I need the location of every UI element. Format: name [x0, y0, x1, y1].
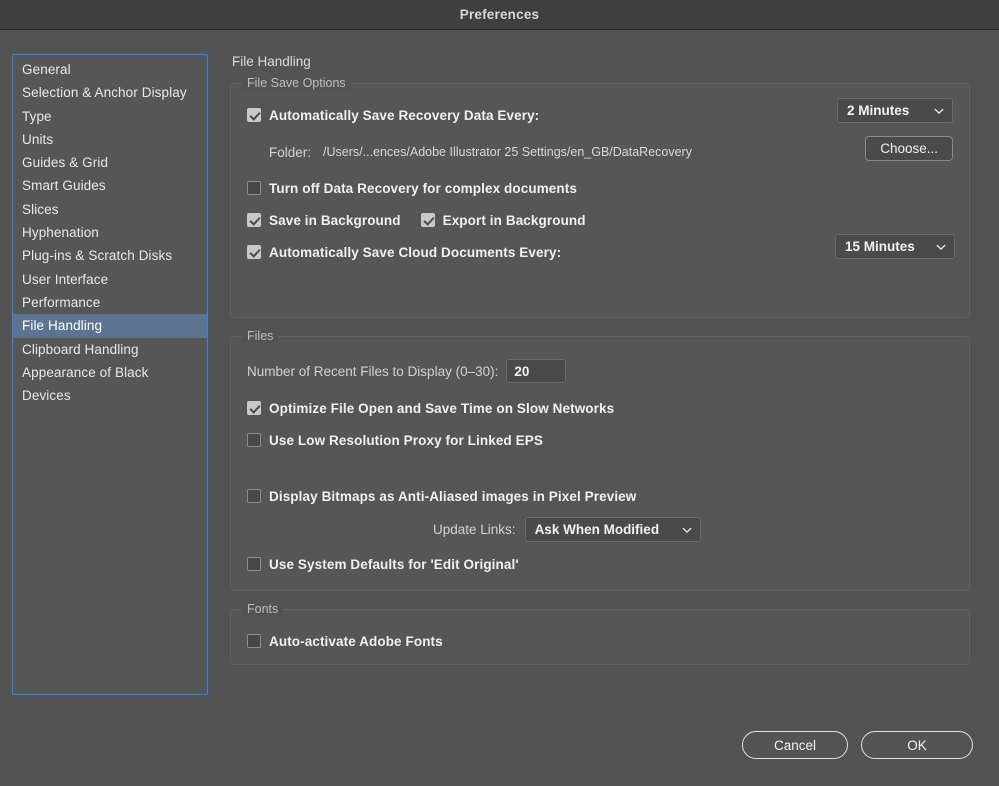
dropdown-cloud-interval[interactable]: 15 Minutes: [835, 234, 955, 259]
checkbox-display-bitmaps[interactable]: [247, 489, 261, 503]
label-update-links: Update Links:: [433, 522, 516, 537]
label-display-bitmaps: Display Bitmaps as Anti-Aliased images i…: [269, 488, 637, 504]
row-edit-original: Use System Defaults for 'Edit Original': [247, 553, 953, 575]
row-low-res-proxy: Use Low Resolution Proxy for Linked EPS: [247, 429, 953, 451]
label-edit-original: Use System Defaults for 'Edit Original': [269, 556, 519, 572]
settings-pane: File Handling File Save Options Automati…: [230, 54, 970, 683]
checkbox-low-res-proxy[interactable]: [247, 433, 261, 447]
group-file-save-options: File Save Options Automatically Save Rec…: [230, 76, 970, 318]
input-recent-files-count[interactable]: 20: [506, 359, 567, 383]
row-background-options: Save in Background Export in Background: [247, 209, 953, 231]
row-update-links: Update Links: Ask When Modified: [247, 517, 953, 542]
label-auto-activate-fonts: Auto-activate Adobe Fonts: [269, 633, 443, 649]
group-files: Files Number of Recent Files to Display …: [230, 329, 970, 591]
sidebar-item-plugins-scratch-disks[interactable]: Plug-ins & Scratch Disks: [13, 244, 207, 267]
sidebar-item-file-handling[interactable]: File Handling: [13, 314, 207, 338]
checkbox-auto-save-recovery[interactable]: [247, 108, 261, 122]
sidebar-item-smart-guides[interactable]: Smart Guides: [13, 174, 207, 197]
label-optimize-networks: Optimize File Open and Save Time on Slow…: [269, 400, 615, 416]
group-fonts: Fonts Auto-activate Adobe Fonts: [230, 602, 970, 665]
sidebar-item-guides-grid[interactable]: Guides & Grid: [13, 151, 207, 174]
category-list[interactable]: General Selection & Anchor Display Type …: [12, 54, 208, 695]
dropdown-recovery-interval-value: 2 Minutes: [847, 103, 910, 118]
dropdown-cloud-interval-value: 15 Minutes: [845, 239, 915, 254]
preferences-dialog: Preferences General Selection & Anchor D…: [0, 0, 999, 786]
checkbox-optimize-networks[interactable]: [247, 401, 261, 415]
checkbox-auto-save-cloud[interactable]: [247, 245, 261, 259]
page-title: File Handling: [232, 54, 311, 69]
sidebar-item-general[interactable]: General: [13, 58, 207, 81]
row-auto-activate-fonts: Auto-activate Adobe Fonts: [247, 630, 953, 652]
sidebar-item-clipboard-handling[interactable]: Clipboard Handling: [13, 338, 207, 361]
sidebar-item-hyphenation[interactable]: Hyphenation: [13, 221, 207, 244]
label-export-in-background: Export in Background: [442, 212, 586, 228]
checkbox-export-in-background[interactable]: [420, 213, 435, 227]
checkbox-save-in-background[interactable]: [247, 213, 261, 227]
ok-button[interactable]: OK: [861, 731, 973, 759]
dropdown-recovery-interval[interactable]: 2 Minutes: [837, 98, 953, 123]
row-recovery-folder: Folder: /Users/...ences/Adobe Illustrato…: [247, 141, 953, 163]
checkbox-edit-original[interactable]: [247, 557, 261, 571]
dropdown-update-links[interactable]: Ask When Modified: [524, 517, 701, 542]
group-legend-files: Files: [242, 329, 279, 343]
label-auto-save-cloud: Automatically Save Cloud Documents Every…: [269, 244, 562, 260]
sidebar-item-appearance-of-black[interactable]: Appearance of Black: [13, 361, 207, 384]
group-legend-file-save-options: File Save Options: [242, 76, 351, 90]
sidebar-item-devices[interactable]: Devices: [13, 384, 207, 407]
chevron-down-icon: [936, 242, 946, 252]
chevron-down-icon: [682, 525, 692, 535]
label-auto-save-recovery: Automatically Save Recovery Data Every:: [269, 107, 540, 123]
label-recent-files: Number of Recent Files to Display (0–30)…: [247, 363, 499, 379]
checkbox-turn-off-recovery[interactable]: [247, 181, 261, 195]
window-titlebar: Preferences: [0, 0, 999, 30]
chevron-down-icon: [934, 106, 944, 116]
dialog-footer: Cancel OK: [742, 731, 973, 759]
value-folder-path: /Users/...ences/Adobe Illustrator 25 Set…: [323, 145, 692, 159]
sidebar-item-performance[interactable]: Performance: [13, 291, 207, 314]
sidebar-item-type[interactable]: Type: [13, 105, 207, 128]
sidebar-item-slices[interactable]: Slices: [13, 198, 207, 221]
choose-folder-button[interactable]: Choose...: [865, 136, 953, 161]
row-recent-files: Number of Recent Files to Display (0–30)…: [247, 359, 953, 383]
row-turn-off-recovery: Turn off Data Recovery for complex docum…: [247, 177, 953, 199]
label-turn-off-recovery: Turn off Data Recovery for complex docum…: [269, 180, 577, 196]
cancel-button[interactable]: Cancel: [742, 731, 848, 759]
label-low-res-proxy: Use Low Resolution Proxy for Linked EPS: [269, 432, 543, 448]
sidebar-item-units[interactable]: Units: [13, 128, 207, 151]
label-save-in-background: Save in Background: [269, 212, 401, 228]
row-display-bitmaps: Display Bitmaps as Anti-Aliased images i…: [247, 485, 953, 507]
sidebar-item-user-interface[interactable]: User Interface: [13, 268, 207, 291]
dropdown-update-links-value: Ask When Modified: [534, 522, 660, 537]
window-title: Preferences: [459, 7, 540, 22]
row-optimize-networks: Optimize File Open and Save Time on Slow…: [247, 397, 953, 419]
checkbox-auto-activate-fonts[interactable]: [247, 634, 261, 648]
label-folder: Folder:: [269, 144, 312, 160]
sidebar-item-selection-anchor-display[interactable]: Selection & Anchor Display: [13, 81, 207, 104]
group-legend-fonts: Fonts: [242, 602, 284, 616]
